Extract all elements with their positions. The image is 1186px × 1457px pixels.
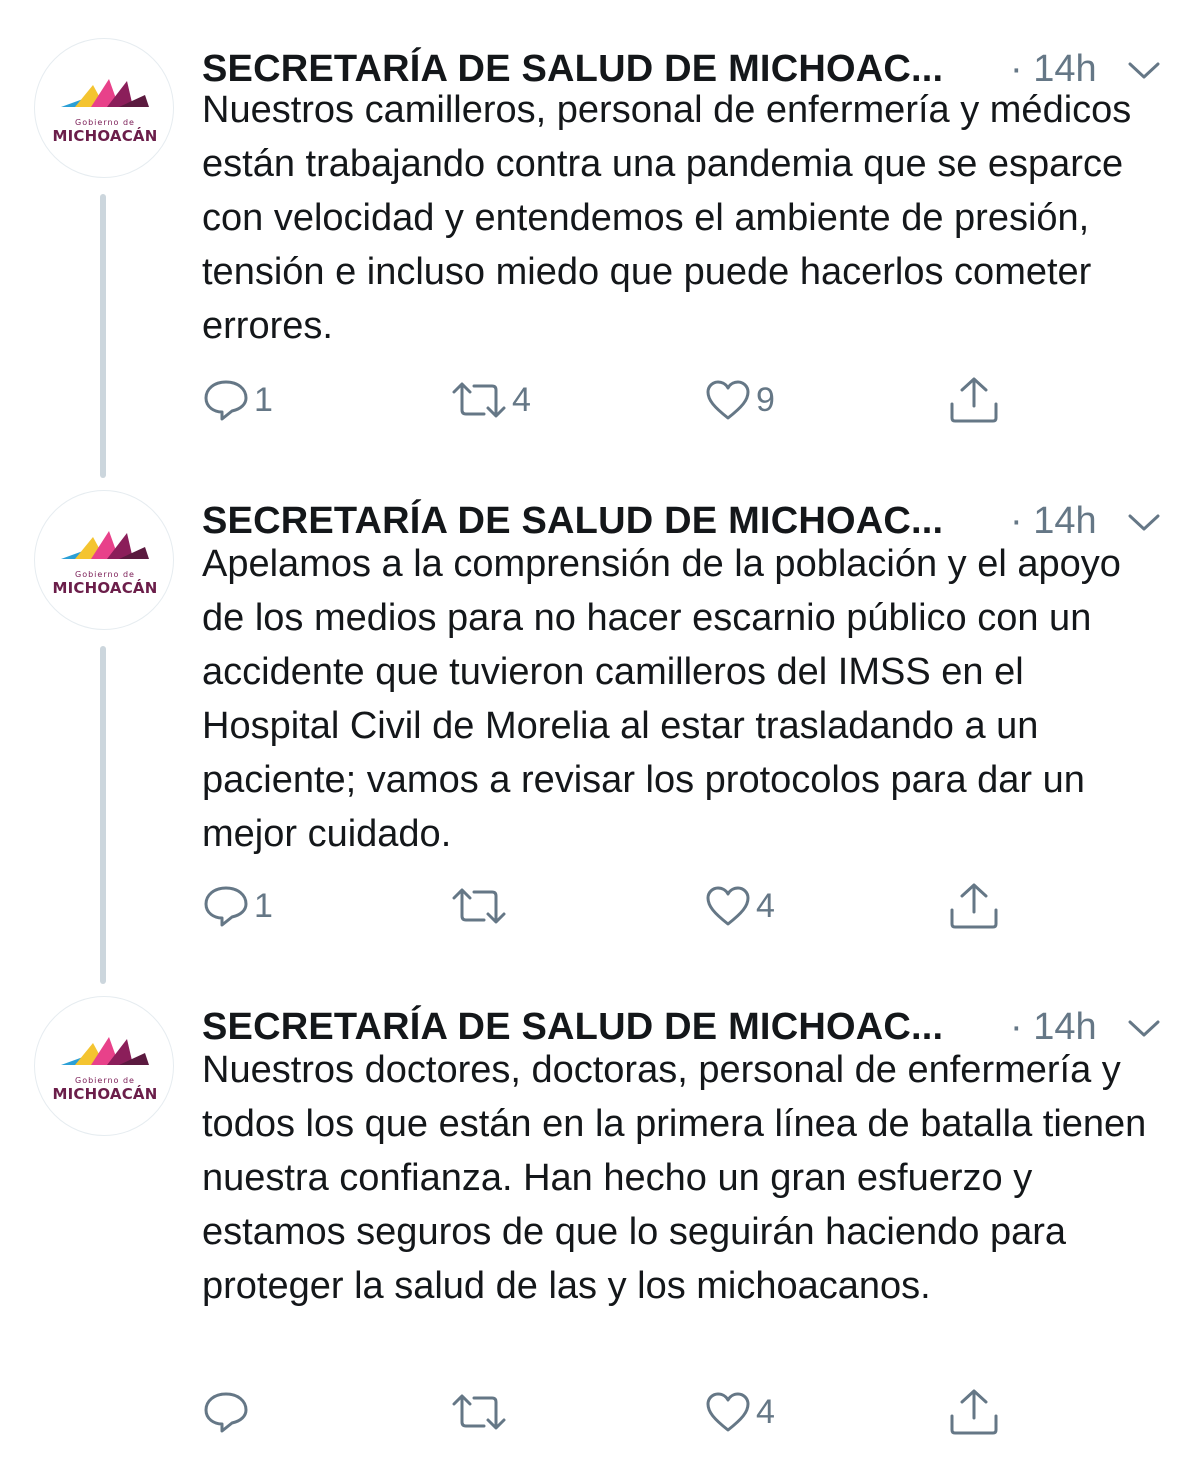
avatar-column: Gobierno de MICHOACÁN <box>34 996 176 1136</box>
retweet-icon <box>452 382 506 418</box>
tweet-content: SECRETARÍA DE SALUD DE MICHOAC... · 14h … <box>202 38 1162 423</box>
tweet-actions: 4 <box>202 1382 1022 1442</box>
chevron-down-icon[interactable] <box>1126 512 1162 534</box>
share-icon <box>950 377 998 423</box>
tweet[interactable]: Gobierno de MICHOACÁN SECRETARÍA DE SALU… <box>0 38 1186 478</box>
reply-count: 1 <box>254 380 273 419</box>
share-button[interactable] <box>948 876 1000 936</box>
tweet-text: Apelamos a la comprensión de la població… <box>202 543 1121 855</box>
tweet-text: Nuestros doctores, doctoras, personal de… <box>202 1049 1147 1307</box>
like-count: 4 <box>756 1392 775 1431</box>
reply-button[interactable]: 1 <box>202 876 273 936</box>
heart-icon <box>706 1392 750 1432</box>
chevron-down-icon[interactable] <box>1126 60 1162 82</box>
heart-icon <box>706 886 750 926</box>
avatar[interactable]: Gobierno de MICHOACÁN <box>34 996 174 1136</box>
michoacan-logo-icon <box>61 79 149 107</box>
reply-icon <box>204 1392 248 1433</box>
reply-button[interactable]: 1 <box>202 370 273 430</box>
share-button[interactable] <box>948 1382 1000 1442</box>
share-icon <box>950 1389 998 1435</box>
retweet-button[interactable] <box>450 876 512 936</box>
like-button[interactable]: 9 <box>704 370 775 430</box>
reply-count: 1 <box>254 886 273 925</box>
avatar[interactable]: Gobierno de MICHOACÁN <box>34 38 174 178</box>
retweet-icon <box>452 888 506 924</box>
share-icon <box>950 883 998 929</box>
michoacan-logo-icon <box>61 1037 149 1065</box>
retweet-button[interactable]: 4 <box>450 370 531 430</box>
like-button[interactable]: 4 <box>704 1382 775 1442</box>
like-count: 4 <box>756 886 775 925</box>
reply-icon <box>204 380 248 421</box>
chevron-down-icon[interactable] <box>1126 1018 1162 1040</box>
retweet-count: 4 <box>512 380 531 419</box>
tweet-actions: 1 4 9 <box>202 370 1022 430</box>
avatar-column: Gobierno de MICHOACÁN <box>34 490 176 630</box>
like-button[interactable]: 4 <box>704 876 775 936</box>
tweet-content: SECRETARÍA DE SALUD DE MICHOAC... · 14h … <box>202 490 1162 929</box>
reply-icon <box>204 886 248 927</box>
michoacan-logo-icon <box>61 531 149 559</box>
avatar-caption-small: Gobierno de <box>75 570 135 579</box>
avatar-caption-big: MICHOACÁN <box>52 579 158 597</box>
like-count: 9 <box>756 380 775 419</box>
share-button[interactable] <box>948 370 1000 430</box>
tweet-thread: Gobierno de MICHOACÁN SECRETARÍA DE SALU… <box>0 0 1186 1457</box>
avatar-column: Gobierno de MICHOACÁN <box>34 38 176 178</box>
tweet-content: SECRETARÍA DE SALUD DE MICHOAC... · 14h … <box>202 996 1162 1435</box>
avatar[interactable]: Gobierno de MICHOACÁN <box>34 490 174 630</box>
avatar-caption-big: MICHOACÁN <box>52 127 158 145</box>
retweet-button[interactable] <box>450 1382 512 1442</box>
heart-icon <box>706 380 750 420</box>
avatar-caption-big: MICHOACÁN <box>52 1085 158 1103</box>
avatar-caption-small: Gobierno de <box>75 1076 135 1085</box>
avatar-caption-small: Gobierno de <box>75 118 135 127</box>
tweet[interactable]: Gobierno de MICHOACÁN SECRETARÍA DE SALU… <box>0 490 1186 990</box>
retweet-icon <box>452 1394 506 1430</box>
tweet-actions: 1 4 <box>202 876 1022 936</box>
tweet-text: Nuestros camilleros, personal de enferme… <box>202 89 1132 347</box>
reply-button[interactable] <box>202 1382 254 1442</box>
tweet[interactable]: Gobierno de MICHOACÁN SECRETARÍA DE SALU… <box>0 996 1186 1456</box>
